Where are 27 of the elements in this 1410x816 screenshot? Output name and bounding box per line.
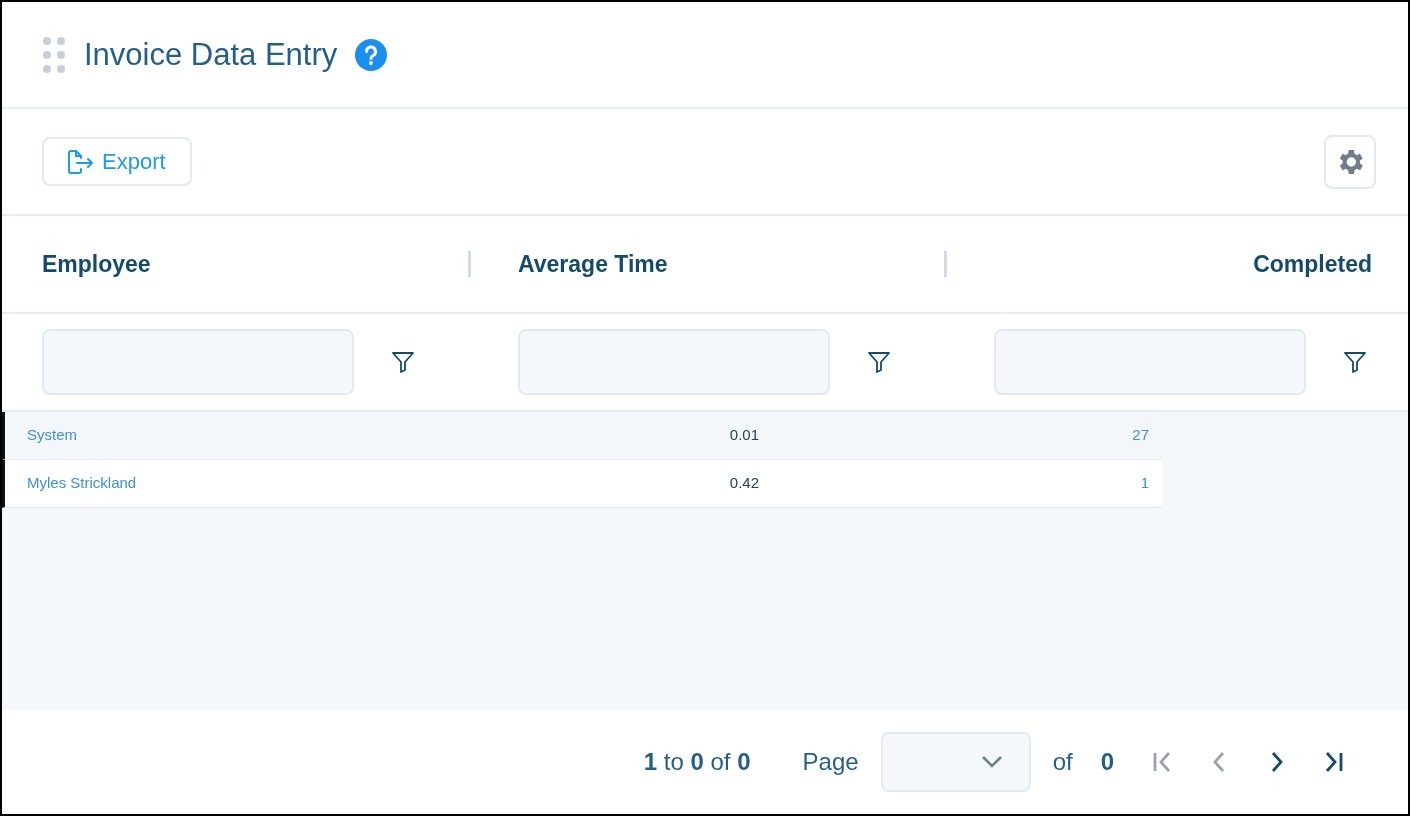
filter-input[interactable] [42,329,354,395]
drag-handle-icon[interactable] [42,35,66,74]
panel-title: Invoice Data Entry [84,35,338,74]
export-icon [68,149,94,174]
table-cell-text: 0.01 [728,425,760,446]
settings-button[interactable] [1324,134,1376,189]
filter-icon[interactable] [392,351,414,373]
pagination-summary: 1 to 0 of 0 [643,747,751,777]
total-pages: 0 [1100,747,1114,777]
employee-link[interactable]: Myles Strickland [5,472,475,495]
chevron-down-icon [980,755,1003,769]
filter-icon[interactable] [868,351,890,373]
column-resize-handle[interactable] [944,251,947,277]
filter-icon[interactable] [1344,351,1366,373]
of-label: of [1052,747,1073,777]
table-cell-text: 0.42 [728,473,760,494]
table-row[interactable]: System 0.01 27 [2,412,1162,460]
filter-input[interactable] [994,329,1306,395]
filter-input[interactable] [518,329,830,395]
table-row[interactable]: Myles Strickland 0.42 1 [2,460,1162,508]
help-icon[interactable] [355,38,388,71]
page-label: Page [802,747,859,777]
column-header[interactable]: Employee [42,246,151,282]
column-resize-handle[interactable] [468,251,471,277]
completed-link[interactable]: 1 [775,472,1165,495]
column-header[interactable]: Completed [1253,246,1372,282]
column-header[interactable]: Average Time [518,246,668,282]
